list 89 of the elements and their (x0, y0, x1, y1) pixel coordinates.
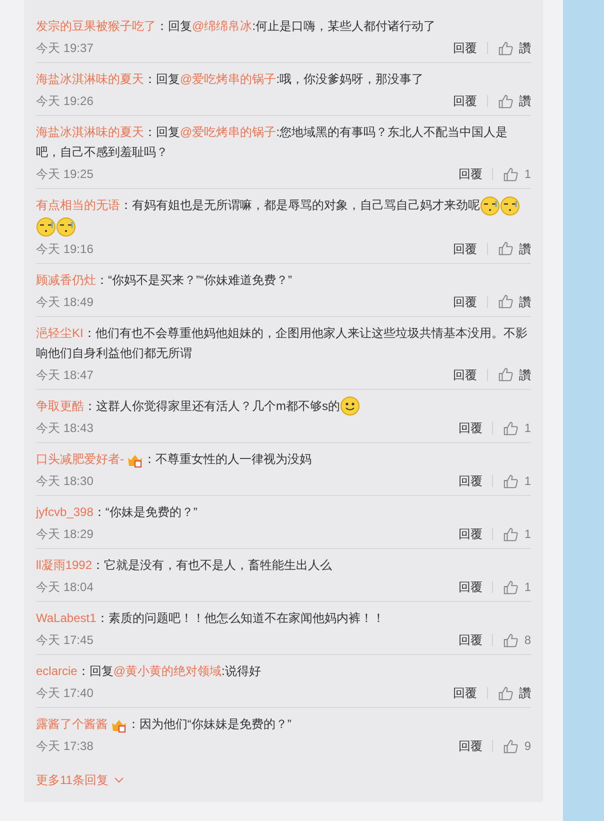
timestamp: 今天 18:47 (36, 366, 94, 384)
thumbs-up-icon (503, 738, 518, 754)
sleepy-face-icon (480, 196, 500, 216)
thumbs-up-icon (498, 241, 513, 256)
like-button[interactable]: 1 (503, 419, 531, 438)
username-link[interactable]: eclarcie (36, 664, 78, 678)
thumbs-up-icon (498, 367, 513, 382)
smiley-icon (340, 396, 360, 416)
comment-text: 口头减肥爱好者- ：不尊重女性的人一律视为没妈 (36, 451, 312, 470)
like-button[interactable]: 讚 (498, 240, 531, 258)
sleepy-face-icon (56, 216, 76, 237)
timestamp: 今天 18:04 (36, 579, 94, 596)
username-link[interactable]: 海盐冰淇淋味的夏天 (36, 125, 144, 139)
comment-text: 发宗的豆果被猴子吃了：回复@绵绵帛冰:何止是口嗨，某些人都付诸行动了 (36, 18, 437, 35)
thumbs-up-icon (503, 420, 518, 436)
reply-link[interactable]: 回覆 (458, 631, 482, 650)
username-link[interactable]: jyfcvb_398 (36, 505, 94, 520)
comment-text: ll凝雨1992：它就是没有，有也不是人，畜牲能生出人么 (36, 557, 334, 574)
thumbs-up-icon (503, 580, 518, 595)
mention-link[interactable]: @爱吃烤串的锅子 (180, 125, 276, 139)
reply-link[interactable]: 回覆 (453, 292, 477, 311)
like-button[interactable]: 讚 (498, 292, 531, 311)
username-link[interactable]: WaLabest1 (36, 611, 96, 626)
thumbs-up-icon (503, 632, 518, 648)
reply-link[interactable]: 回覆 (453, 366, 477, 384)
username-link[interactable]: 海盐冰淇淋味的夏天 (36, 72, 144, 86)
username-link[interactable]: ll凝雨1992 (36, 558, 92, 572)
username-link[interactable]: 有点相当的无语 (36, 198, 120, 212)
comment-text: 有点相当的无语：有妈有姐也是无所谓嘛，都是辱骂的对象，自己骂自己妈才来劲呢 (36, 195, 531, 237)
timestamp: 今天 17:45 (36, 632, 94, 650)
mention-link[interactable]: @爱吃烤串的锅子 (180, 72, 276, 86)
reply-link[interactable]: 回覆 (458, 165, 482, 183)
timestamp: 今天 18:30 (36, 473, 94, 490)
timestamp: 今天 18:49 (36, 294, 94, 311)
comment-text: 争取更酷：这群人你觉得家里还有活人？几个m都不够s的 (36, 396, 531, 416)
thumbs-up-icon (498, 294, 513, 310)
sleepy-face-icon (36, 216, 56, 237)
reply-link[interactable]: 回覆 (453, 39, 477, 57)
comment-text: 顾减香仍灶：“你妈不是买来？”“你妹难道免费？” (36, 272, 293, 289)
comment-text: 浥轻尘KI：他们有也不会尊重他妈他姐妹的，企图用他家人来让这些垃圾共情基本没用。不影响他们自身利益他们都无所谓 (36, 324, 528, 362)
chevron-down-icon (114, 777, 124, 784)
thumbs-up-icon (503, 526, 518, 542)
like-button[interactable]: 1 (503, 472, 531, 490)
sleepy-face-icon (500, 196, 520, 216)
mention-link[interactable]: @绵绵帛冰 (192, 19, 252, 33)
timestamp: 今天 19:26 (36, 93, 94, 110)
username-link[interactable]: 争取更酷 (36, 398, 84, 413)
username-link[interactable]: 顾减香仍灶 (36, 272, 96, 287)
reply-link[interactable]: 回覆 (453, 92, 477, 110)
timestamp: 今天 19:16 (36, 240, 94, 258)
like-button[interactable]: 9 (503, 737, 531, 756)
username-link[interactable]: 发宗的豆果被猴子吃了 (36, 19, 156, 33)
more-replies-link[interactable]: 更多11条回复 (36, 770, 124, 790)
like-button[interactable]: 讚 (498, 92, 531, 110)
like-button[interactable]: 1 (503, 165, 531, 183)
thumbs-up-icon (498, 686, 513, 701)
comment-text: jyfcvb_398：“你妹是免费的？” (36, 504, 198, 522)
timestamp: 今天 17:40 (36, 685, 94, 702)
reply-link[interactable]: 回覆 (458, 419, 482, 438)
like-button[interactable]: 讚 (498, 366, 531, 384)
thumbs-up-icon (498, 40, 513, 56)
reply-link[interactable]: 回覆 (458, 578, 482, 596)
like-button[interactable]: 8 (503, 631, 531, 650)
timestamp: 今天 17:38 (36, 738, 94, 756)
thumbs-up-icon (503, 166, 518, 182)
like-button[interactable]: 讚 (498, 684, 531, 702)
comment-text: 海盐冰淇淋味的夏天：回复@爱吃烤串的锅子:您地域黑的有事吗？东北人不配当中国人是吧，自己不感到羞耻吗？ (36, 124, 509, 161)
username-link[interactable]: 口头减肥爱好者- (36, 452, 124, 466)
reply-link[interactable]: 回覆 (458, 737, 482, 756)
like-button[interactable]: 1 (503, 578, 531, 596)
reply-link[interactable]: 回覆 (453, 684, 477, 702)
comment-text: 海盐冰淇淋味的夏天：回复@爱吃烤串的锅子:哦，你没爹妈呀，那没事了 (36, 71, 425, 88)
timestamp: 今天 18:29 (36, 526, 94, 544)
thumbs-up-icon (503, 474, 518, 489)
reply-link[interactable]: 回覆 (453, 240, 477, 258)
timestamp: 今天 19:37 (36, 40, 94, 57)
reply-link[interactable]: 回覆 (458, 525, 482, 544)
username-link[interactable]: 露酱了个酱酱 (36, 717, 108, 732)
comment-text: WaLabest1：素质的问题吧！！他怎么知道不在家闻他妈内裤！！ (36, 610, 386, 628)
comment-text: 露酱了个酱酱 ：因为他们“你妹妹是免费的？” (36, 716, 292, 734)
timestamp: 今天 18:43 (36, 420, 94, 438)
timestamp: 今天 19:25 (36, 166, 94, 183)
reply-link[interactable]: 回覆 (458, 472, 482, 490)
mention-link[interactable]: @黄小黄的绝对领域 (113, 664, 222, 678)
like-button[interactable]: 讚 (498, 39, 531, 57)
thumbs-up-icon (498, 94, 513, 108)
comment-text: eclarcie：回复@黄小黄的绝对领域:说得好 (36, 663, 262, 680)
username-link[interactable]: 浥轻尘KI (36, 326, 84, 340)
like-button[interactable]: 1 (503, 525, 531, 544)
